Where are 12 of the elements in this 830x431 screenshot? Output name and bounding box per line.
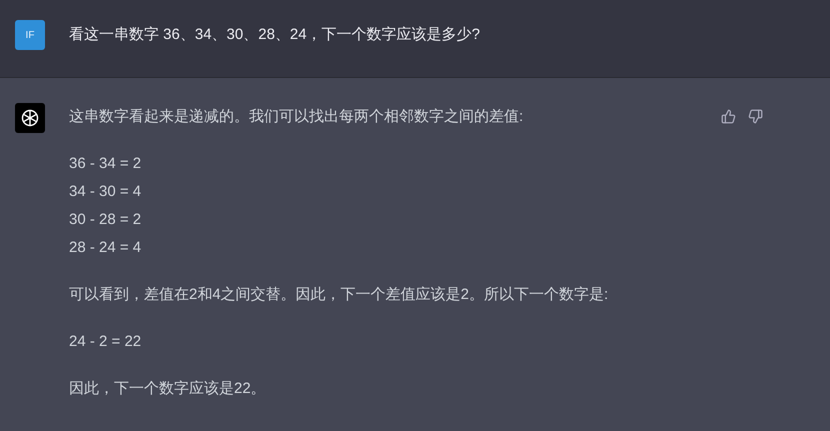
thumbs-down-icon[interactable] [748,109,763,124]
thumbs-up-icon[interactable] [721,109,736,124]
user-avatar: IF [15,20,45,50]
answer-text: 30 - 28 = 2 [69,210,142,230]
answer-text: 28 - 24 = 4 [69,238,142,258]
answer-text: 可以看到，差值在2和4之间交替。因此，下一个差值应该是2。所以下一个数字是: [69,285,610,305]
answer-text: 这串数字看起来是递减的。我们可以找出每两个相邻数字之间的差值: [69,107,524,127]
answer-text: 36 - 34 = 2 [69,154,142,174]
answer-text: 34 - 30 = 4 [69,182,142,202]
answer-text: 24 - 2 = 22 [69,332,142,352]
user-message: 看这一串数字 36、34、30、28、24，下一个数字应该是多少? [69,25,480,45]
answer-text: 因此，下一个数字应该是22。 [69,379,267,399]
